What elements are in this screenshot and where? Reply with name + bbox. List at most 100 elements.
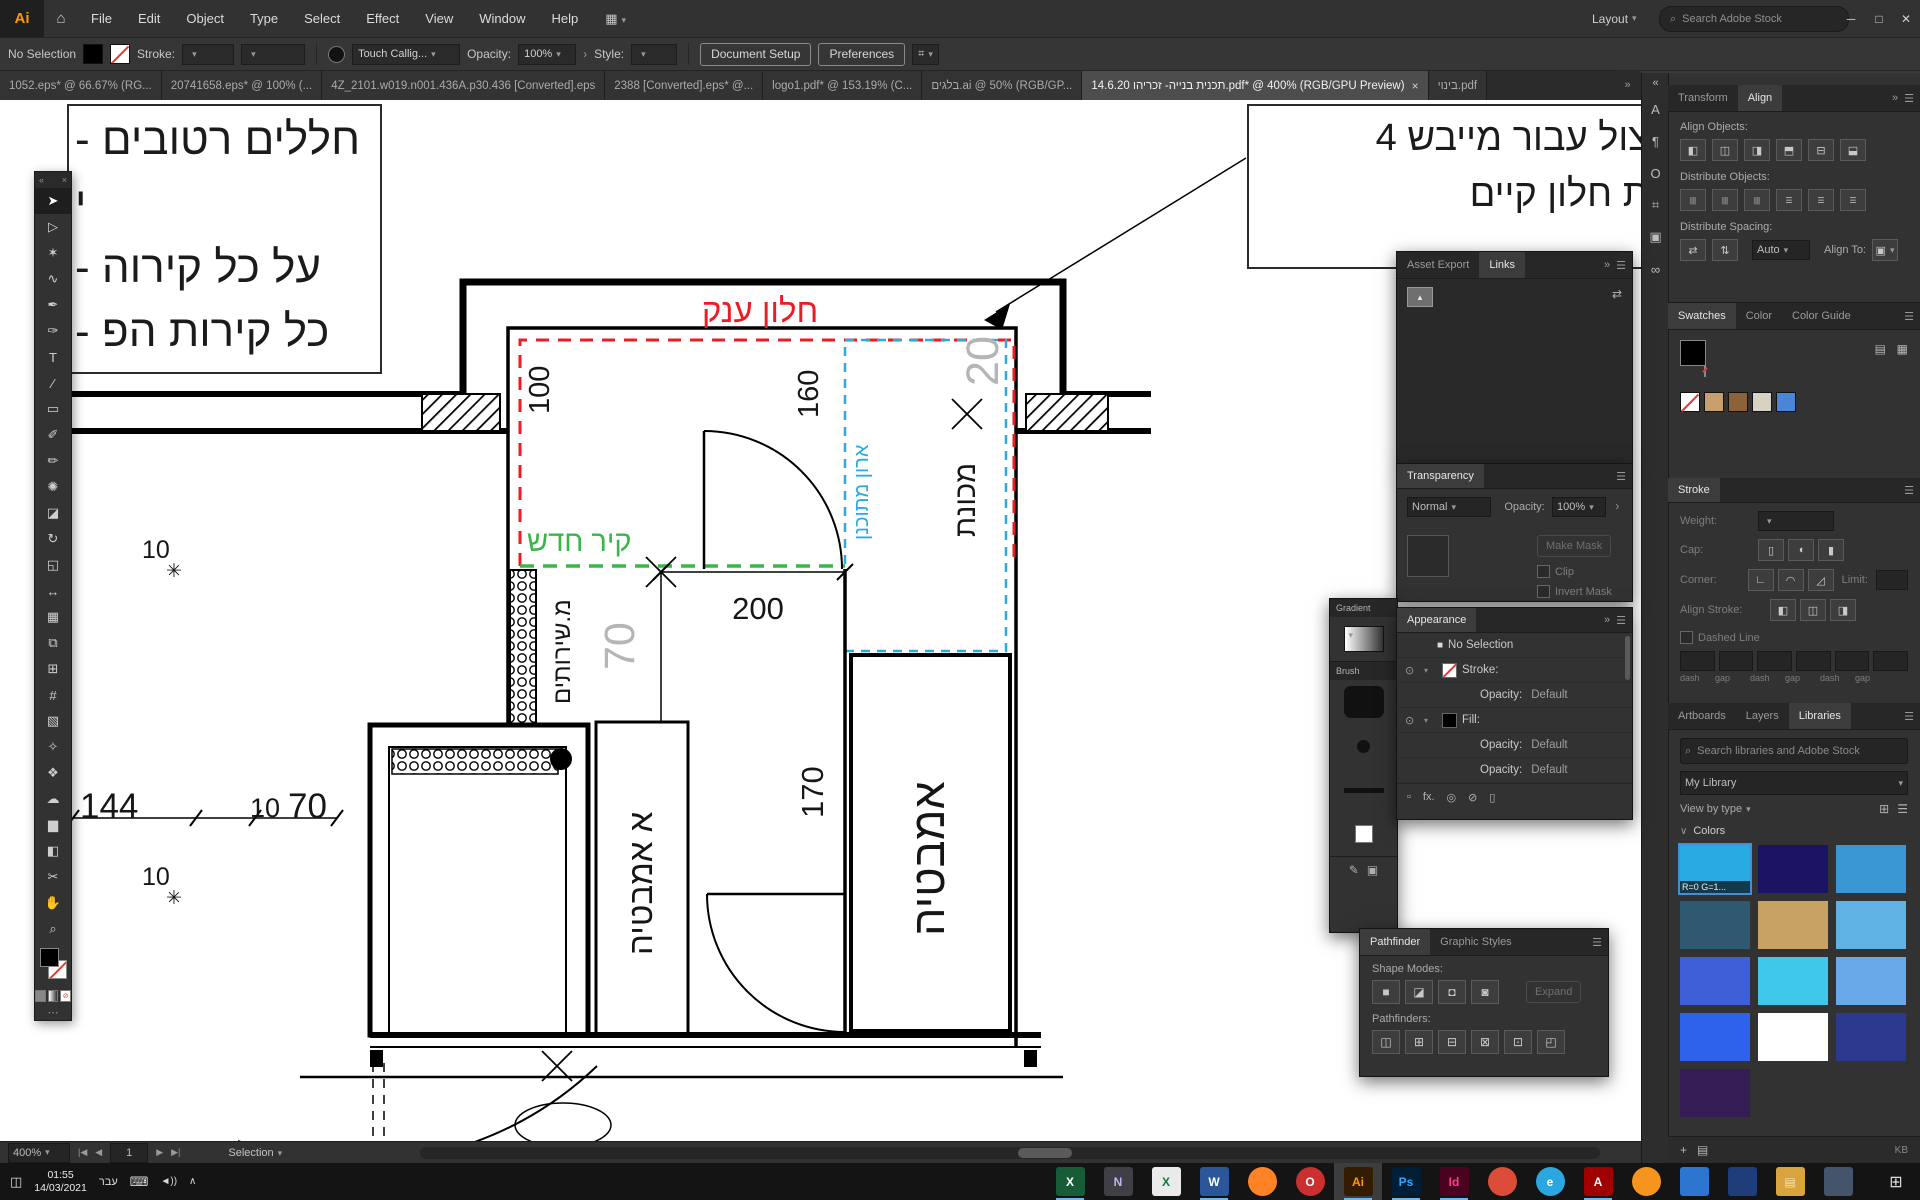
none-mode-icon[interactable]: ⊘ xyxy=(60,990,71,1002)
menu-item[interactable]: Window xyxy=(466,0,538,37)
word-taskbar-icon[interactable]: W xyxy=(1190,1163,1238,1200)
expand-icon[interactable]: ▾ xyxy=(1424,716,1432,725)
list-view-icon[interactable]: ☰ xyxy=(1897,802,1908,816)
tab-transparency[interactable]: Transparency xyxy=(1397,464,1484,488)
direct-selection-tool[interactable]: ▷ xyxy=(35,214,71,240)
cap-button[interactable]: ▯ xyxy=(1758,539,1784,561)
fill-stroke-proxy[interactable] xyxy=(35,942,71,988)
panel-menu-icon[interactable]: ☰ xyxy=(1616,259,1626,272)
color-swatch[interactable] xyxy=(1752,392,1772,412)
color-swatch[interactable] xyxy=(1728,392,1748,412)
view-by-dropdown[interactable]: View by type xyxy=(1680,803,1751,815)
distribute-button[interactable]: ||| xyxy=(1744,189,1770,211)
distribute-button[interactable]: ☰ xyxy=(1808,189,1834,211)
rotate-tool[interactable]: ↻ xyxy=(35,526,71,552)
color-swatch[interactable] xyxy=(1680,392,1700,412)
appearance-row[interactable]: ■ No Selection xyxy=(1397,633,1632,658)
gradient-mode-icon[interactable] xyxy=(48,990,59,1002)
menu-item[interactable]: Effect xyxy=(353,0,412,37)
menu-item[interactable]: View xyxy=(412,0,466,37)
attribute-swatch[interactable] xyxy=(1442,663,1457,678)
perspective-grid-tool[interactable]: ⊞ xyxy=(35,656,71,682)
expand-button[interactable]: Expand xyxy=(1526,981,1581,1003)
distribute-button[interactable]: ☰ xyxy=(1840,189,1866,211)
document-tab[interactable]: בלגים.ai @ 50% (RGB/GP... xyxy=(922,71,1082,101)
brush-definition-dropdown[interactable]: Touch Callig... xyxy=(352,44,460,65)
library-folder-icon[interactable]: ▤ xyxy=(1697,1143,1708,1157)
pathfinder-button[interactable]: ⊡ xyxy=(1504,1030,1532,1054)
library-color-swatch[interactable] xyxy=(1680,1069,1750,1117)
preferences-button[interactable]: Preferences xyxy=(818,43,905,66)
first-artboard-icon[interactable]: |◀ xyxy=(78,1147,87,1158)
pathfinder-button[interactable]: ⊟ xyxy=(1438,1030,1466,1054)
section-collapse-icon[interactable]: ∨ xyxy=(1680,826,1687,837)
spacing-value-dropdown[interactable]: Auto xyxy=(1752,240,1810,260)
chevron-right-icon[interactable]: › xyxy=(1615,499,1619,513)
eraser-tool[interactable]: ◪ xyxy=(35,500,71,526)
arrange-documents-icon[interactable]: ▦ xyxy=(605,11,626,27)
tab-align[interactable]: Align xyxy=(1738,85,1782,111)
artboard-tool[interactable]: ◧ xyxy=(35,838,71,864)
align-to-dropdown[interactable]: ▣ xyxy=(1872,239,1898,261)
appearance-row[interactable]: Opacity: Default xyxy=(1397,683,1632,708)
edge-taskbar-icon[interactable]: e xyxy=(1526,1163,1574,1200)
library-color-swatch[interactable] xyxy=(1758,845,1828,893)
limit-field[interactable] xyxy=(1876,570,1908,590)
orange-app-taskbar-icon[interactable] xyxy=(1622,1163,1670,1200)
paragraph-panel-icon[interactable]: ¶ xyxy=(1642,125,1669,157)
tab-color-guide[interactable]: Color Guide xyxy=(1782,303,1861,329)
align-button[interactable]: ◨ xyxy=(1744,139,1770,161)
pencil-icon[interactable]: ✎ xyxy=(1349,863,1359,877)
navy-app-taskbar-icon[interactable] xyxy=(1718,1163,1766,1200)
fill-color-swatch[interactable] xyxy=(83,44,103,64)
onenote-taskbar-icon[interactable]: N xyxy=(1094,1163,1142,1200)
shape-mode-button[interactable]: ◪ xyxy=(1405,980,1433,1004)
steel-app-taskbar-icon[interactable] xyxy=(1814,1163,1862,1200)
glyphs-panel-icon[interactable]: ⌗ xyxy=(1642,189,1669,221)
last-artboard-icon[interactable]: ▶| xyxy=(171,1147,180,1158)
stock-search-input[interactable]: ⌕ Search Adobe Stock xyxy=(1659,6,1849,32)
menu-item[interactable]: Object xyxy=(173,0,237,37)
type-tool[interactable]: T xyxy=(35,344,71,370)
pen-tool[interactable]: ✒ xyxy=(35,292,71,318)
tab-appearance[interactable]: Appearance xyxy=(1397,608,1476,632)
visibility-icon[interactable]: ⊙ xyxy=(1405,664,1419,677)
library-color-swatch[interactable] xyxy=(1680,957,1750,1005)
horizontal-scrollbar[interactable] xyxy=(420,1147,1600,1159)
panel-menu-icon[interactable]: ☰ xyxy=(1904,484,1914,497)
indesign-taskbar-icon[interactable]: Id xyxy=(1430,1163,1478,1200)
appearance-row[interactable]: ⊙ ▾ Fill: xyxy=(1397,708,1632,733)
library-select[interactable]: My Library xyxy=(1680,771,1908,795)
library-color-swatch[interactable] xyxy=(1836,957,1906,1005)
tab-swatches[interactable]: Swatches xyxy=(1668,303,1736,329)
distribute-button[interactable]: ||| xyxy=(1712,189,1738,211)
next-artboard-icon[interactable]: ▶ xyxy=(156,1147,163,1158)
fill-proxy-swatch[interactable] xyxy=(40,948,59,967)
tab-pathfinder[interactable]: Pathfinder xyxy=(1360,929,1430,955)
gradient-swatch[interactable] xyxy=(1344,626,1384,652)
zoom-tool[interactable]: ⌕ xyxy=(35,916,71,942)
edit-toolbar-icon[interactable]: ⋯ xyxy=(35,1004,71,1020)
panel-collapse-icon[interactable]: » xyxy=(1604,259,1610,271)
opentype-panel-icon[interactable]: O xyxy=(1642,157,1669,189)
menu-item[interactable]: Help xyxy=(538,0,591,37)
stroke-weight-dropdown[interactable] xyxy=(182,44,234,65)
photoshop-taskbar-icon[interactable]: Ps xyxy=(1382,1163,1430,1200)
panel-menu-icon[interactable]: ☰ xyxy=(1592,936,1602,949)
pathfinder-button[interactable]: ◫ xyxy=(1372,1030,1400,1054)
magic-wand-tool[interactable]: ✶ xyxy=(35,240,71,266)
stroke-color-swatch[interactable] xyxy=(110,44,130,64)
align-stroke-button[interactable]: ◧ xyxy=(1770,599,1796,621)
round-brush[interactable] xyxy=(1330,724,1397,768)
touch-keyboard-icon[interactable]: ⌨ xyxy=(130,1174,149,1190)
panel-collapse-icon[interactable]: » xyxy=(1604,614,1610,626)
align-stroke-button[interactable]: ◫ xyxy=(1800,599,1826,621)
list-view-icon[interactable]: ▤ xyxy=(1875,342,1886,356)
panel-menu-icon[interactable]: ☰ xyxy=(1904,310,1914,323)
panel-collapse-icon[interactable]: » xyxy=(1892,92,1898,104)
dashed-line-checkbox[interactable] xyxy=(1680,631,1693,644)
menu-item[interactable]: Select xyxy=(291,0,353,37)
library-color-swatch[interactable] xyxy=(1758,901,1828,949)
tab-libraries[interactable]: Libraries xyxy=(1789,703,1851,729)
library-color-swatch[interactable]: R=0 G=1... xyxy=(1680,845,1750,893)
